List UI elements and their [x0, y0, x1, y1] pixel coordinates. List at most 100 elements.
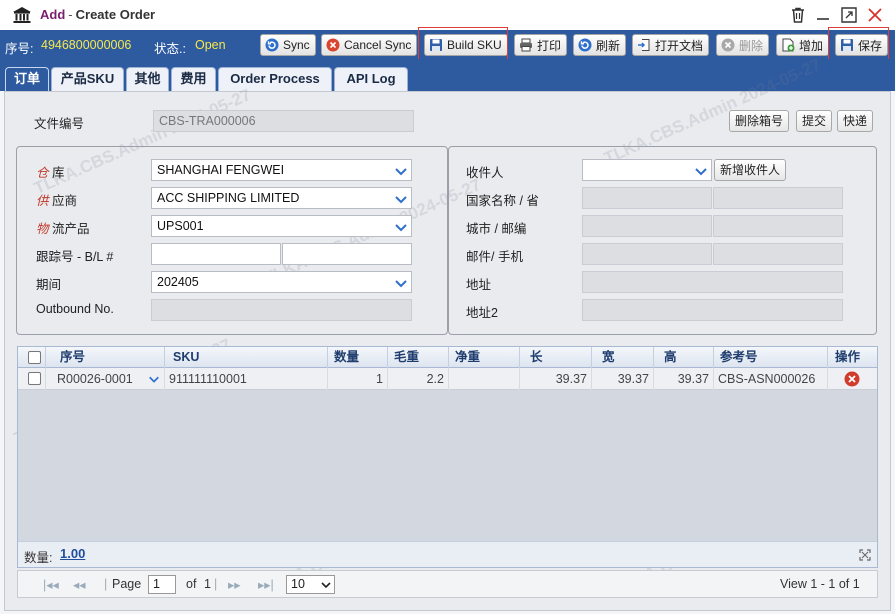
- col-seq[interactable]: 序号: [46, 347, 165, 368]
- bank-icon: [13, 7, 31, 23]
- address2-label: 地址2: [466, 306, 498, 320]
- delete-row-icon[interactable]: [844, 371, 860, 387]
- outbound-label: Outbound No.: [36, 302, 114, 316]
- grid-header: 序号 SKU 数量 毛重 净重 长 宽 高 参考号 操作: [18, 347, 877, 368]
- print-button[interactable]: 打印: [514, 34, 568, 56]
- tab-product-sku[interactable]: 产品SKU: [51, 67, 124, 91]
- total-pages: 1: [204, 577, 211, 591]
- table-row[interactable]: R00026-0001 911111110001 1 2.2 39.37 39.…: [18, 368, 877, 390]
- row-sku[interactable]: 911111110001: [165, 368, 328, 390]
- qty-total: 1.00: [60, 546, 86, 561]
- row-checkbox-cell: [18, 368, 46, 390]
- expand-icon[interactable]: [859, 549, 871, 561]
- col-sku[interactable]: SKU: [165, 347, 328, 368]
- outbound-no-field[interactable]: [151, 299, 412, 321]
- zip-field[interactable]: [713, 215, 843, 237]
- page-input[interactable]: 1: [148, 575, 176, 594]
- address2-field[interactable]: [582, 299, 843, 321]
- email-field[interactable]: [582, 243, 712, 265]
- select-all-cell: [18, 347, 46, 368]
- row-seq-cell[interactable]: R00026-0001: [46, 368, 165, 390]
- save-button[interactable]: 保存: [835, 34, 889, 56]
- city-field[interactable]: [582, 215, 712, 237]
- chevron-down-icon: [695, 168, 707, 176]
- supplier-label-mark: 供: [36, 194, 49, 208]
- email-phone-label: 邮件/ 手机: [466, 250, 523, 264]
- order-no-value: 4946800000006: [41, 38, 132, 52]
- submit-button[interactable]: 提交: [796, 110, 833, 132]
- tracking-label: 跟踪号 - B/L #: [36, 250, 114, 264]
- col-height[interactable]: 高: [654, 347, 714, 368]
- new-recipient-button[interactable]: 新增收件人: [714, 159, 787, 181]
- next-page-icon[interactable]: ▸▸: [228, 577, 241, 592]
- logistics-product-select[interactable]: UPS001: [151, 215, 412, 237]
- row-length[interactable]: 39.37: [520, 368, 592, 390]
- address-field[interactable]: [582, 271, 843, 293]
- delete-icon: [721, 38, 735, 52]
- tracking-number-field[interactable]: [151, 243, 281, 265]
- province-field[interactable]: [713, 187, 843, 209]
- minimize-icon[interactable]: [814, 6, 832, 24]
- maximize-icon[interactable]: [840, 6, 858, 24]
- warehouse-select[interactable]: SHANGHAI FENGWEI: [151, 159, 412, 181]
- period-select[interactable]: 202405: [151, 271, 412, 293]
- col-qty[interactable]: 数量: [328, 347, 388, 368]
- row-width[interactable]: 39.37: [592, 368, 654, 390]
- bl-number-field[interactable]: [282, 243, 412, 265]
- col-gross-weight[interactable]: 毛重: [388, 347, 449, 368]
- chevron-down-icon[interactable]: [148, 373, 160, 385]
- row-height[interactable]: 39.37: [654, 368, 714, 390]
- title-text: Create Order: [75, 7, 156, 22]
- phone-field[interactable]: [713, 243, 843, 265]
- open-document-button[interactable]: 打开文档: [632, 34, 710, 56]
- row-net-weight[interactable]: [449, 368, 520, 390]
- row-ref-no[interactable]: CBS-ASN000026: [714, 368, 828, 390]
- col-width[interactable]: 宽: [592, 347, 654, 368]
- period-value: 202405: [157, 275, 199, 289]
- tab-other[interactable]: 其他: [126, 67, 169, 91]
- first-page-icon[interactable]: |◂◂: [43, 577, 59, 592]
- add-button[interactable]: 增加: [776, 34, 830, 56]
- build-sku-button[interactable]: Build SKU: [424, 34, 508, 56]
- last-page-icon[interactable]: ▸▸|: [258, 577, 274, 592]
- sync-button[interactable]: Sync: [260, 34, 316, 56]
- period-label: 期间: [36, 278, 62, 292]
- recipient-select[interactable]: [582, 159, 712, 181]
- close-icon[interactable]: [866, 6, 884, 24]
- title-prefix: Add: [40, 7, 66, 22]
- express-button[interactable]: 快递: [837, 110, 874, 132]
- delete-button[interactable]: 删除: [716, 34, 770, 56]
- prev-page-icon[interactable]: ◂◂: [73, 577, 86, 592]
- col-ref-no[interactable]: 参考号: [714, 347, 828, 368]
- col-length[interactable]: 长: [520, 347, 592, 368]
- doc-no-field[interactable]: CBS-TRA000006: [153, 110, 414, 132]
- supplier-select[interactable]: ACC SHIPPING LIMITED: [151, 187, 412, 209]
- add-document-icon: [782, 38, 795, 52]
- floppy-icon: [430, 39, 442, 51]
- pager-divider: |: [214, 577, 218, 591]
- select-all-checkbox[interactable]: [28, 351, 41, 364]
- row-gross-weight[interactable]: 2.2: [388, 368, 449, 390]
- view-range-text: View 1 - 1 of 1: [780, 577, 860, 591]
- row-qty[interactable]: 1: [328, 368, 388, 390]
- save-label: 保存: [858, 38, 883, 53]
- order-panel: TLKA.CBS.Admin 2024-05-27 TLKA.CBS.Admin…: [4, 55, 891, 611]
- print-label: 打印: [537, 38, 562, 53]
- recipient-label: 收件人: [466, 166, 504, 180]
- printer-icon: [520, 38, 532, 52]
- tab-fees[interactable]: 费用: [171, 67, 216, 91]
- row-checkbox[interactable]: [28, 372, 41, 385]
- tab-order-process[interactable]: Order Process: [218, 67, 332, 91]
- delete-box-button[interactable]: 删除箱号: [729, 110, 790, 132]
- cancel-icon: [326, 38, 340, 52]
- page-size-select[interactable]: 10: [286, 575, 335, 594]
- col-net-weight[interactable]: 净重: [449, 347, 520, 368]
- cancel-sync-button[interactable]: Cancel Sync: [321, 34, 418, 56]
- warehouse-label: 仓 库: [36, 162, 65, 181]
- country-field[interactable]: [582, 187, 712, 209]
- refresh-icon: [578, 38, 592, 52]
- refresh-button[interactable]: 刷新: [573, 34, 627, 56]
- tab-order[interactable]: 订单: [5, 67, 49, 91]
- tab-api-log[interactable]: API Log: [334, 67, 408, 91]
- trash-icon[interactable]: [789, 6, 807, 24]
